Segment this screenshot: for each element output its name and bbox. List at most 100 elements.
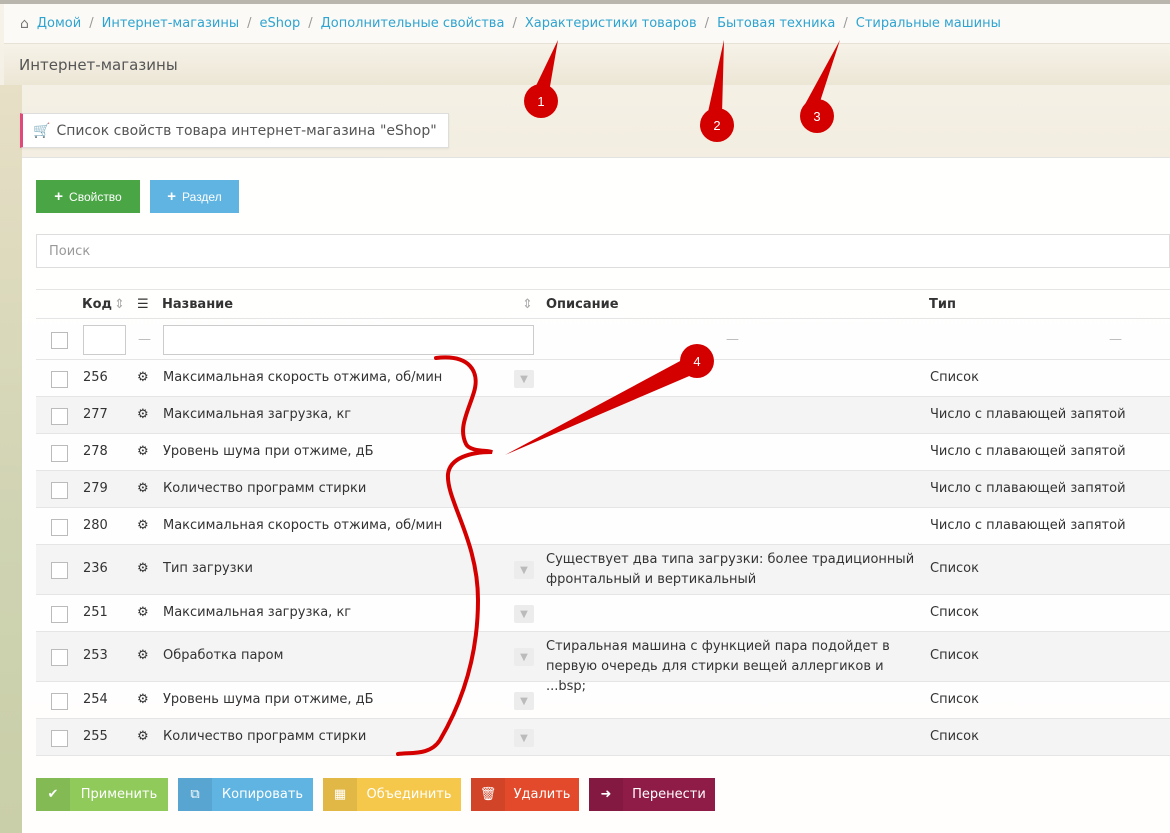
gear-icon[interactable]: ⚙ — [137, 561, 149, 576]
filter-icon[interactable]: ▼ — [514, 370, 534, 388]
row-checkbox[interactable] — [51, 445, 68, 462]
row-type: Список — [930, 561, 979, 576]
row-checkbox[interactable] — [51, 408, 68, 425]
add-section-button[interactable]: + Раздел — [150, 180, 239, 213]
filter-icon[interactable]: ▼ — [514, 605, 534, 623]
sign-out-icon: ➜ — [589, 778, 623, 811]
table-row[interactable]: 277 ⚙ Максимальная загрузка, кг Число с пла… — [36, 397, 1170, 434]
row-name[interactable]: Максимальная скорость отжима, об/мин — [163, 370, 442, 385]
row-name[interactable]: Максимальная загрузка, кг — [163, 605, 351, 620]
apply-button[interactable]: ✔ Применить — [36, 778, 168, 811]
merge-button[interactable]: ▦ Объединить — [323, 778, 461, 811]
row-code: 256 — [83, 370, 108, 385]
merge-icon: ▦ — [323, 778, 357, 811]
row-code: 255 — [83, 729, 108, 744]
filter-icon[interactable]: ▼ — [514, 648, 534, 666]
row-checkbox[interactable] — [51, 371, 68, 388]
sort-icon[interactable]: ⇕ — [522, 297, 533, 312]
column-description: Описание — [546, 297, 619, 312]
plus-icon: + — [54, 188, 64, 205]
row-type: Число с плавающей запятой — [930, 444, 1126, 459]
filter-dash: — — [1109, 332, 1122, 347]
table-row[interactable]: 278 ⚙ Уровень шума при отжиме, дБ Число с п… — [36, 434, 1170, 471]
breadcrumb-extra-properties[interactable]: Дополнительные свойства — [321, 16, 505, 31]
row-name[interactable]: Количество программ стирки — [163, 729, 366, 744]
row-code: 280 — [83, 518, 108, 533]
row-checkbox[interactable] — [51, 562, 68, 579]
breadcrumb-eshop[interactable]: eShop — [260, 16, 301, 31]
column-type: Тип — [929, 297, 956, 312]
row-type: Список — [930, 729, 979, 744]
filter-icon[interactable]: ▼ — [514, 729, 534, 747]
gear-icon[interactable]: ⚙ — [137, 407, 149, 422]
gear-icon[interactable]: ⚙ — [137, 605, 149, 620]
annotation-badge — [800, 99, 834, 133]
row-name[interactable]: Количество программ стирки — [163, 481, 366, 496]
apply-label: Применить — [80, 787, 158, 802]
gear-icon[interactable]: ⚙ — [137, 648, 149, 663]
row-name[interactable]: Максимальная загрузка, кг — [163, 407, 351, 422]
gear-icon[interactable]: ⚙ — [137, 692, 149, 707]
row-name[interactable]: Обработка паром — [163, 648, 283, 663]
filter-row: — — — — [36, 319, 1170, 360]
search-input[interactable] — [36, 234, 1170, 268]
row-code: 236 — [83, 561, 108, 576]
shopping-cart-icon: 🛒 — [33, 122, 51, 139]
gear-icon[interactable]: ⚙ — [137, 481, 149, 496]
gear-icon[interactable]: ⚙ — [137, 518, 149, 533]
copy-label: Копировать — [221, 787, 304, 802]
table-row[interactable]: 280 ⚙ Максимальная скорость отжима, об/мин… — [36, 508, 1170, 545]
select-all-checkbox[interactable] — [51, 332, 68, 349]
filter-dash: — — [138, 332, 151, 347]
table-row[interactable]: 251 ⚙ Максимальная загрузка, кг ▼ Список — [36, 595, 1170, 632]
panel-tab-label: Список свойств товара интернет-магазина … — [56, 122, 437, 139]
breadcrumb-separator: / — [308, 16, 313, 31]
row-checkbox[interactable] — [51, 730, 68, 747]
row-type: Число с плавающей запятой — [930, 481, 1126, 496]
table-row[interactable]: 236 ⚙ Тип загрузки ▼ Существует два типа заг… — [36, 545, 1170, 595]
breadcrumb: ⌂ Домой / Интернет-магазины / eShop / До… — [4, 4, 1170, 44]
add-property-button[interactable]: + Свойство — [36, 180, 140, 213]
table-row[interactable]: 255 ⚙ Количество программ стирки ▼ Список — [36, 719, 1170, 756]
panel-tab: 🛒 Список свойств товара интернет-магазин… — [20, 113, 449, 148]
filter-code-input[interactable] — [83, 325, 126, 355]
breadcrumb-product-characteristics[interactable]: Характеристики товаров — [525, 16, 697, 31]
table-row[interactable]: 279 ⚙ Количество программ стирки Число с пл… — [36, 471, 1170, 508]
breadcrumb-appliances[interactable]: Бытовая техника — [717, 16, 835, 31]
breadcrumb-washing-machines[interactable]: Стиральные машины — [856, 16, 1001, 31]
filter-icon[interactable]: ▼ — [514, 561, 534, 579]
row-type: Список — [930, 648, 979, 663]
filter-name-input[interactable] — [163, 325, 534, 355]
row-checkbox[interactable] — [51, 649, 68, 666]
table-header: Код ⇕ ☰ Название ⇕ Описание Тип — [36, 289, 1170, 319]
row-type: Список — [930, 692, 979, 707]
column-name[interactable]: Название — [162, 297, 233, 312]
breadcrumb-online-stores[interactable]: Интернет-магазины — [102, 16, 240, 31]
row-code: 277 — [83, 407, 108, 422]
row-checkbox[interactable] — [51, 693, 68, 710]
column-code[interactable]: Код — [82, 297, 112, 312]
row-code: 278 — [83, 444, 108, 459]
gear-icon[interactable]: ⚙ — [137, 444, 149, 459]
menu-icon[interactable]: ☰ — [137, 297, 149, 312]
table-row[interactable]: 253 ⚙ Обработка паром ▼ Стиральная машина с … — [36, 632, 1170, 694]
row-checkbox[interactable] — [51, 482, 68, 499]
row-name[interactable]: Уровень шума при отжиме, дБ — [163, 444, 374, 459]
row-name[interactable]: Тип загрузки — [163, 561, 253, 576]
row-name[interactable]: Уровень шума при отжиме, дБ — [163, 692, 374, 707]
copy-button[interactable]: ⧉ Копировать — [178, 778, 313, 811]
move-button[interactable]: ➜ Перенести — [589, 778, 715, 811]
breadcrumb-separator: / — [89, 16, 94, 31]
filter-icon[interactable]: ▼ — [514, 692, 534, 710]
row-checkbox[interactable] — [51, 519, 68, 536]
home-icon[interactable]: ⌂ — [20, 16, 29, 32]
gear-icon[interactable]: ⚙ — [137, 370, 149, 385]
row-name[interactable]: Максимальная скорость отжима, об/мин — [163, 518, 442, 533]
breadcrumb-home[interactable]: Домой — [37, 16, 81, 31]
row-checkbox[interactable] — [51, 606, 68, 623]
table-row[interactable]: 256 ⚙ Максимальная скорость отжима, об/мин… — [36, 360, 1170, 397]
delete-button[interactable]: 🗑 Удалить — [471, 778, 579, 811]
sort-icon[interactable]: ⇕ — [114, 297, 125, 312]
table-row[interactable]: 254 ⚙ Уровень шума при отжиме, дБ ▼ Список — [36, 682, 1170, 719]
gear-icon[interactable]: ⚙ — [137, 729, 149, 744]
